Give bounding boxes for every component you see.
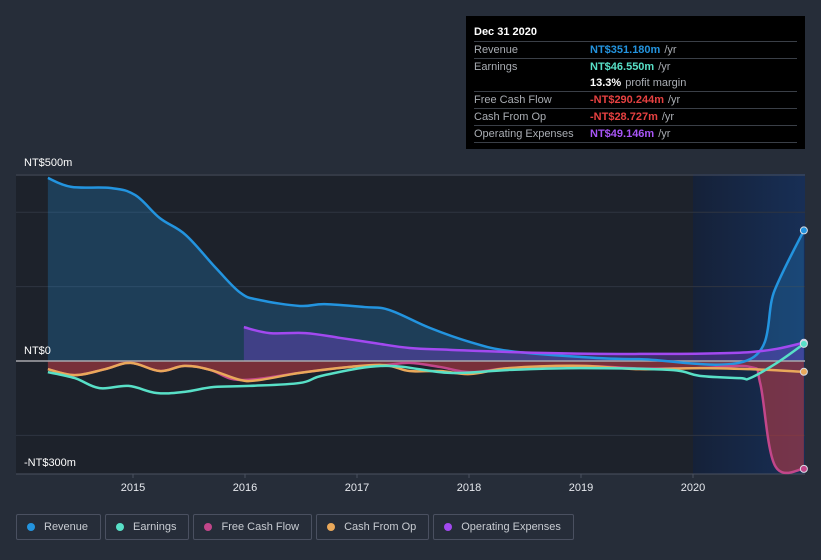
tooltip-label: [474, 75, 590, 91]
tooltip-value: NT$46.550m: [590, 61, 655, 73]
legend-label: Revenue: [44, 521, 89, 533]
legend-item-revenue[interactable]: Revenue: [16, 514, 102, 540]
tooltip-label: Cash From Op: [474, 111, 547, 123]
y-label-zero: NT$0: [24, 345, 51, 357]
earnings-end-marker: [799, 339, 808, 348]
x-tick-label: 2020: [681, 482, 705, 494]
legend-label: Cash From Op: [344, 521, 417, 533]
legend-item-free-cash-flow[interactable]: Free Cash Flow: [193, 514, 313, 540]
x-tick-label: 2019: [569, 482, 593, 494]
legend-dot-icon: [204, 523, 213, 531]
tooltip-value: 13.3%: [590, 77, 622, 89]
tooltip-value: NT$351.180m: [590, 44, 661, 56]
legend-label: Earnings: [133, 521, 177, 533]
tooltip-suffix: /yr: [658, 61, 671, 73]
tooltip-label: Operating Expenses: [474, 128, 574, 140]
x-axis: 2015 2016 2017 2018 2019 2020: [121, 474, 705, 494]
legend-item-operating-expenses[interactable]: Operating Expenses: [433, 514, 574, 540]
tooltip-label: Revenue: [474, 44, 519, 56]
tooltip-suffix: /yr: [664, 44, 677, 56]
legend-item-cash-from-op[interactable]: Cash From Op: [316, 514, 430, 540]
tooltip-row-fcf: Free Cash Flow -NT$290.244m /yr: [474, 92, 797, 109]
legend-item-earnings[interactable]: Earnings: [105, 514, 190, 540]
tooltip-value: NT$49.146m: [590, 128, 655, 140]
revenue-end-marker: [799, 226, 808, 235]
tooltip-value: -NT$28.727m: [590, 111, 658, 123]
x-tick-label: 2018: [457, 482, 481, 494]
x-tick-label: 2015: [121, 482, 145, 494]
tooltip-row-margin: 13.3% profit margin: [474, 75, 797, 92]
legend-dot-icon: [116, 523, 125, 531]
tooltip-row-earnings: Earnings NT$46.550m /yr: [474, 59, 797, 75]
tooltip-label: Earnings: [474, 61, 518, 73]
tooltip-suffix: /yr: [661, 111, 675, 123]
legend-dot-icon: [27, 523, 35, 531]
tooltip-row-revenue: Revenue NT$351.180m /yr: [474, 42, 797, 59]
legend: Revenue Earnings Free Cash Flow Cash Fro…: [16, 514, 574, 540]
legend-dot-icon: [327, 523, 336, 531]
cash-from-op-end-marker: [799, 367, 808, 376]
tooltip: Dec 31 2020 Revenue NT$351.180m /yr Earn…: [466, 16, 805, 149]
legend-dot-icon: [444, 523, 453, 531]
x-tick-label: 2017: [345, 482, 369, 494]
tooltip-label: Free Cash Flow: [474, 94, 552, 106]
tooltip-row-opex: Operating Expenses NT$49.146m /yr: [474, 126, 797, 143]
free-cash-flow-end-marker: [799, 464, 808, 473]
tooltip-value: -NT$290.244m: [590, 94, 664, 106]
tooltip-suffix: /yr: [658, 128, 671, 140]
tooltip-suffix: /yr: [668, 94, 681, 106]
legend-label: Operating Expenses: [461, 521, 561, 533]
y-label-top: NT$500m: [24, 157, 72, 169]
x-tick-label: 2016: [233, 482, 257, 494]
tooltip-suffix: profit margin: [625, 77, 687, 89]
tooltip-date: Dec 31 2020: [474, 24, 797, 42]
y-label-bottom: -NT$300m: [24, 457, 76, 469]
legend-label: Free Cash Flow: [221, 521, 300, 533]
tooltip-row-cfo: Cash From Op -NT$28.727m /yr: [474, 109, 797, 126]
